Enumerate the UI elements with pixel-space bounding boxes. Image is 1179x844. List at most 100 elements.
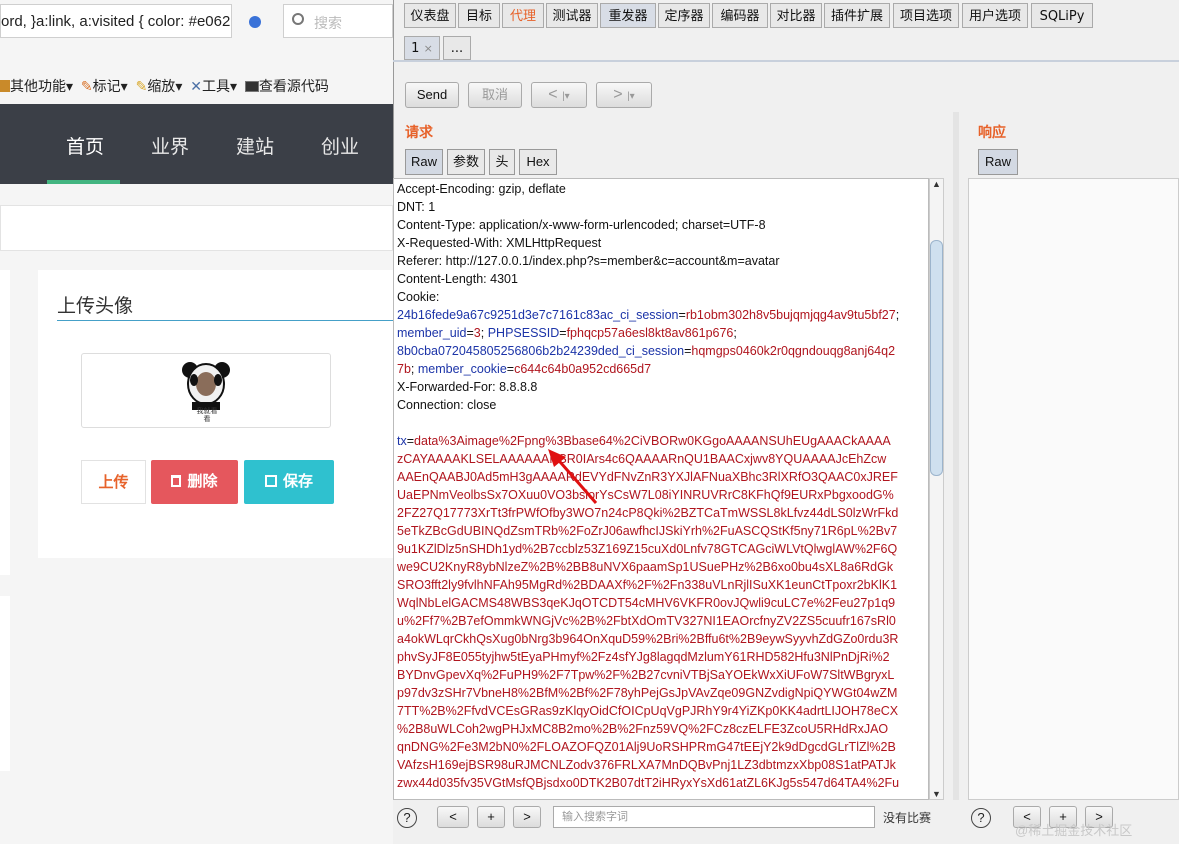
cancel-button[interactable]: 取消: [468, 82, 522, 108]
request-line: Referer: http://127.0.0.1/index.php?s=me…: [397, 254, 780, 268]
body-value: data%3Aimage%2Fpng%3Bbase64%2CiVBORw0KGg…: [414, 434, 891, 448]
scroll-up-icon[interactable]: ▲: [932, 179, 941, 189]
body-line: 7TT%2B%2FfvdVCEsGRas9zKlqyOidCfOICpUqVgP…: [397, 704, 899, 718]
tab-decoder[interactable]: 编码器: [712, 3, 768, 28]
delete-button[interactable]: 删除: [151, 460, 238, 504]
folder-icon: [0, 80, 10, 92]
page-band: [0, 205, 393, 251]
request-line: X-Forwarded-For: 8.8.8.8: [397, 380, 538, 394]
cookie-value: 3: [473, 326, 481, 340]
cookie-value: c644c64b0a952cd665d7: [514, 362, 652, 376]
search-add-button[interactable]: +: [477, 806, 505, 828]
browser-search-box[interactable]: 搜索: [283, 4, 393, 38]
toolbar-label: 工具: [201, 78, 230, 94]
toolbar-item-other[interactable]: 其他功能▾: [0, 76, 73, 96]
body-line: 9u1KZlDlz5nSHDh1yd%2B7ccblz53Z169Z15cuXd…: [397, 542, 898, 556]
search-placeholder: 输入搜索字词: [562, 811, 628, 823]
add-icon: +: [487, 809, 495, 824]
request-line: X-Requested-With: XMLHttpRequest: [397, 236, 602, 250]
pencil-icon: ✎: [80, 78, 93, 94]
tab-label: ...: [450, 41, 464, 56]
response-tab-raw[interactable]: Raw: [978, 149, 1018, 175]
floppy-icon: [264, 475, 277, 487]
back-button[interactable]: < |▾: [531, 82, 587, 108]
search-icon: [292, 13, 304, 25]
tab-comparer[interactable]: 对比器: [770, 3, 822, 28]
pane-divider[interactable]: [953, 112, 959, 802]
help-icon: ?: [403, 810, 411, 825]
response-editor[interactable]: [968, 178, 1179, 800]
annotation-arrow: [548, 449, 598, 504]
request-tab-hex[interactable]: Hex: [519, 149, 557, 175]
request-line: Cookie:: [397, 290, 440, 304]
search-input[interactable]: 输入搜索字词: [553, 806, 875, 828]
search-placeholder: 搜索: [314, 15, 342, 31]
tab-label: 重发器: [608, 9, 648, 24]
tab-label: 目标: [465, 9, 492, 24]
tab-sequencer[interactable]: 定序器: [658, 3, 710, 28]
request-tab-raw[interactable]: Raw: [405, 149, 443, 175]
body-line: AAEnQAABJ0Ad5mH3gAAAARdEVYdFNvZnR3YXJlAF…: [397, 470, 898, 484]
repeater-tab-1[interactable]: 1 ×: [404, 36, 440, 60]
tab-dashboard[interactable]: 仪表盘: [404, 3, 456, 28]
request-tab-headers[interactable]: 头: [489, 149, 515, 175]
body-line: p97dv3zSHr7VbneH8%2BfM%2Bf%2F78yhPejGsJp…: [397, 686, 898, 700]
send-button[interactable]: Send: [405, 82, 459, 108]
toolbar-item-zoom[interactable]: ✎缩放▾: [136, 76, 183, 96]
body-line: BYDnvGpevXq%2FuPH9%2F7Tpw%2F%2B27cvniVTB…: [397, 668, 895, 682]
nav-item-home[interactable]: 首页: [66, 132, 104, 159]
forward-button[interactable]: > |▾: [596, 82, 652, 108]
toolbar-item-tools[interactable]: ✕工具▾: [190, 76, 237, 96]
body-line: WqlNbLelGACMS48WBS3qeKJqOTCDT54cMHV6VKFR…: [397, 596, 896, 610]
request-tab-params[interactable]: 参数: [447, 149, 485, 175]
body-line: qnDNG%2Fe3M2bN0%2FLOAZOFQZ01Alj9UoRSHPRm…: [397, 740, 896, 754]
nav-item-startup[interactable]: 创业: [321, 132, 359, 159]
response-help-button[interactable]: ?: [971, 808, 991, 828]
tab-label: 1: [411, 41, 420, 56]
address-bar[interactable]: ord, }a:link, a:visited { color: #e06228…: [0, 4, 232, 38]
cookie-value: fphqcp57a6esl8kt8av861p676: [566, 326, 734, 340]
search-next-button[interactable]: >: [513, 806, 541, 828]
search-bar: ? < + > 输入搜索字词 没有比赛 ? < + > @稀土掘金技术社区: [393, 800, 1179, 844]
repeater-subtab-bar: [393, 30, 1179, 62]
save-label: 保存: [282, 473, 313, 490]
request-editor[interactable]: Accept-Encoding: gzip, deflate DNT: 1 Co…: [393, 178, 929, 800]
cookie-sep: ;: [733, 326, 737, 340]
cookie-key: member_cookie: [417, 362, 507, 376]
tab-intruder[interactable]: 测试器: [546, 3, 598, 28]
body-line: 5eTkZBcGdUBINQdZsmTRb%2FoZrJ06awfhcIJSki…: [397, 524, 898, 538]
body-line: zwx44d035fv35VGtMsfQBjsdxo0DTK2B07dtT2iH…: [397, 776, 900, 790]
tab-user-options[interactable]: 用户选项: [962, 3, 1028, 28]
card-title-divider: [57, 320, 393, 321]
request-line: DNT: 1: [397, 200, 436, 214]
address-text: ord, }a:link, a:visited { color: #e06228…: [1, 13, 231, 30]
close-icon[interactable]: ×: [424, 42, 433, 55]
tab-target[interactable]: 目标: [458, 3, 500, 28]
save-button[interactable]: 保存: [244, 460, 334, 504]
upload-button[interactable]: 上传: [81, 460, 146, 504]
scrollbar-thumb[interactable]: [930, 240, 943, 476]
tab-extender[interactable]: 插件扩展: [824, 3, 890, 28]
tab-proxy[interactable]: 代理: [502, 3, 544, 28]
cookie-line: 7b; member_cookie=c644c64b0a952cd665d7: [397, 362, 651, 376]
scroll-down-icon[interactable]: ▼: [932, 789, 941, 799]
avatar-caption: 我就看看: [196, 408, 218, 423]
repeater-tab-new[interactable]: ...: [443, 36, 471, 60]
body-line: u%2Ff7%2B7efOmmkWNGjVc%2B%2FbtXdOmTV327N…: [397, 614, 896, 628]
tools-icon: ✕: [190, 78, 202, 94]
tab-project-options[interactable]: 项目选项: [893, 3, 959, 28]
tab-sqlipy[interactable]: SQLiPy: [1031, 3, 1093, 28]
toolbar-label: 其他功能: [10, 78, 66, 94]
toolbar-item-source[interactable]: 查看源代码: [244, 76, 329, 96]
cookie-line: member_uid=3; PHPSESSID=fphqcp57a6esl8kt…: [397, 326, 737, 340]
request-line: Accept-Encoding: gzip, deflate: [397, 182, 566, 196]
nav-item-industry[interactable]: 业界: [151, 132, 189, 159]
nav-item-build[interactable]: 建站: [236, 132, 274, 159]
extension-icon[interactable]: [249, 16, 261, 28]
toolbar-item-mark[interactable]: ✎标记▾: [81, 76, 128, 96]
tab-repeater[interactable]: 重发器: [600, 3, 656, 28]
side-card: [0, 596, 10, 771]
upload-label: 上传: [98, 474, 129, 491]
help-button[interactable]: ?: [397, 808, 417, 828]
search-prev-button[interactable]: <: [437, 806, 469, 828]
